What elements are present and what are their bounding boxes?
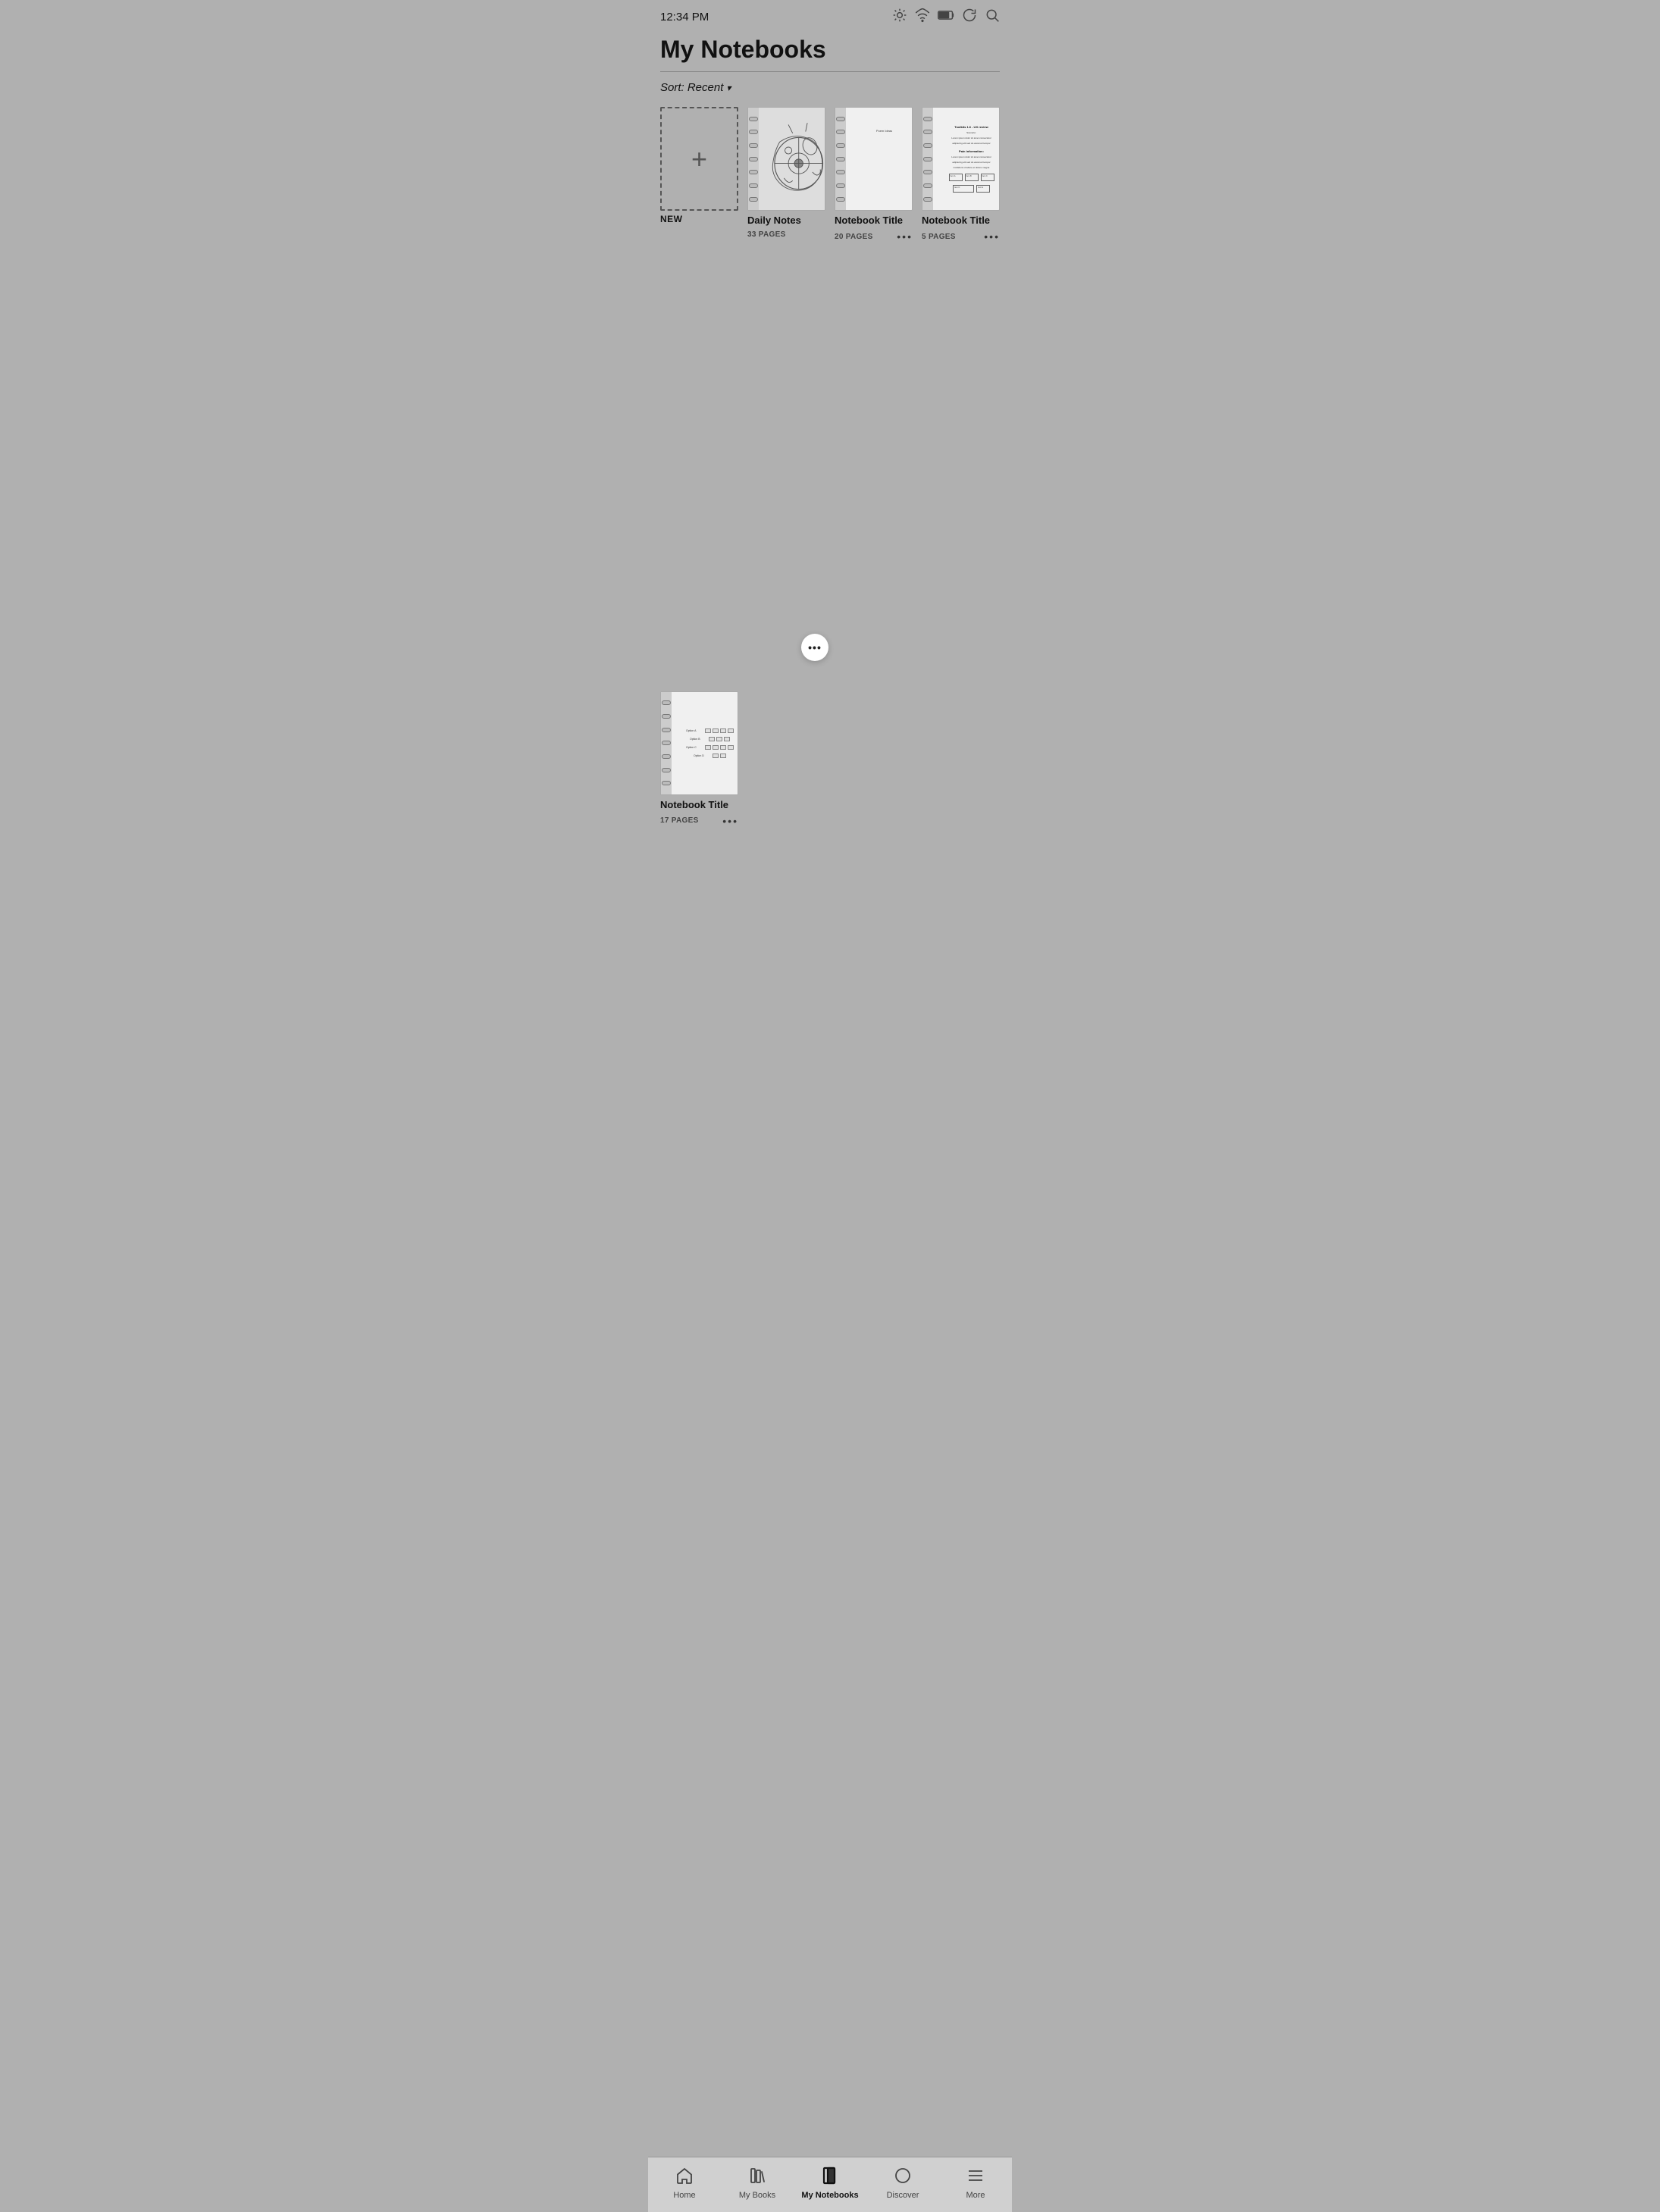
spiral-spine-4 — [661, 692, 672, 794]
notebook-lined-cover: Poem Ideas — [835, 107, 913, 211]
spiral-spine-3 — [922, 108, 933, 210]
notebook-pages: 33 PAGES — [747, 230, 786, 239]
cover-text: Toolkits 1.6 - UX review Scenario: Lorem… — [933, 108, 1000, 210]
books-icon — [748, 2167, 766, 2188]
sort-button[interactable]: Sort: Recent ▾ — [660, 81, 731, 94]
more-dots-icon: ••• — [808, 641, 822, 653]
notebook-pages-2: 20 PAGES — [835, 233, 873, 241]
nav-discover[interactable]: Discover — [866, 2163, 939, 2203]
new-label: NEW — [660, 214, 683, 224]
notebook-more-4[interactable]: ••• — [722, 815, 738, 827]
home-icon — [675, 2167, 694, 2188]
chevron-down-icon: ▾ — [726, 83, 731, 93]
notebook-pages-4: 17 PAGES — [660, 816, 699, 825]
status-icons — [892, 8, 1000, 27]
notebook-lined[interactable]: Poem Ideas Notebook Title 20 PAGES ••• — [835, 107, 913, 682]
notebook-title: Daily Notes — [747, 215, 801, 226]
notebooks-grid: + NEW — [648, 101, 1012, 1278]
status-time: 12:34 PM — [660, 11, 709, 23]
notebook-new-label-row: NEW — [660, 214, 738, 224]
notebook-new[interactable]: + NEW — [660, 107, 738, 682]
notebook-title-4: Notebook Title — [660, 799, 728, 810]
nav-my-notebooks-label: My Notebooks — [801, 2191, 858, 2200]
status-bar: 12:34 PM — [648, 0, 1012, 30]
notebook-meta-row-4: 17 PAGES ••• — [660, 815, 738, 827]
notebook-more-3[interactable]: ••• — [984, 230, 1000, 243]
nav-my-books-label: My Books — [739, 2191, 775, 2200]
nav-home-label: Home — [673, 2191, 695, 2200]
nav-more[interactable]: More — [939, 2163, 1012, 2203]
rotate-icon — [962, 8, 977, 27]
more-icon — [966, 2167, 985, 2188]
notebook-more-button-active[interactable]: ••• — [801, 634, 828, 661]
cover-options: Option A Option B — [672, 692, 738, 794]
notebook-meta-row-2: 20 PAGES ••• — [835, 230, 913, 243]
notebook-meta-row: 33 PAGES ••• — [747, 230, 825, 239]
notebook-title-2: Notebook Title — [835, 215, 903, 226]
nav-more-label: More — [966, 2191, 985, 2200]
notebook-meta-row-3: 5 PAGES ••• — [922, 230, 1000, 243]
notebooks-icon — [821, 2167, 839, 2188]
nav-discover-label: Discover — [887, 2191, 919, 2200]
sort-bar: Sort: Recent ▾ — [648, 72, 1012, 101]
new-notebook-cover[interactable]: + — [660, 107, 738, 211]
notebook-title-row: Daily Notes — [747, 214, 825, 227]
notebook-daily-notes[interactable]: Daily Notes 33 PAGES ••• — [747, 107, 825, 682]
notebook-daily-notes-cover — [747, 107, 825, 211]
header: My Notebooks — [648, 30, 1012, 72]
nav-my-notebooks[interactable]: My Notebooks — [794, 2163, 866, 2203]
cover-sketch — [759, 108, 825, 210]
notebook-title-row-4: Notebook Title — [660, 798, 738, 812]
notebook-title-row-2: Notebook Title — [835, 214, 913, 227]
page-title: My Notebooks — [660, 36, 1000, 71]
nav-home[interactable]: Home — [648, 2163, 721, 2203]
add-icon: + — [691, 146, 707, 173]
discover-icon — [894, 2167, 912, 2188]
notebook-options[interactable]: Option A Option B — [660, 691, 738, 1267]
notebook-title-row-3: Notebook Title — [922, 214, 1000, 227]
notebook-title-3: Notebook Title — [922, 215, 990, 226]
brightness-icon — [892, 8, 907, 27]
battery-icon — [938, 10, 954, 24]
notebook-options-cover: Option A Option B — [660, 691, 738, 795]
content-spacer — [648, 1278, 1012, 2157]
sort-label: Sort: Recent — [660, 81, 723, 94]
wifi-icon — [915, 8, 930, 27]
notebook-more-2[interactable]: ••• — [897, 230, 913, 243]
spiral-spine-2 — [835, 108, 846, 210]
lined-header: Poem Ideas — [876, 129, 892, 133]
notebook-text[interactable]: Toolkits 1.6 - UX review Scenario: Lorem… — [922, 107, 1000, 682]
notebook-pages-3: 5 PAGES — [922, 233, 956, 241]
notebook-text-cover: Toolkits 1.6 - UX review Scenario: Lorem… — [922, 107, 1000, 211]
nav-my-books[interactable]: My Books — [721, 2163, 794, 2203]
cover-lined: Poem Ideas — [846, 108, 913, 210]
search-icon-status[interactable] — [985, 8, 1000, 27]
bottom-nav: Home My Books My Notebooks — [648, 2157, 1012, 2212]
spiral-spine — [748, 108, 759, 210]
